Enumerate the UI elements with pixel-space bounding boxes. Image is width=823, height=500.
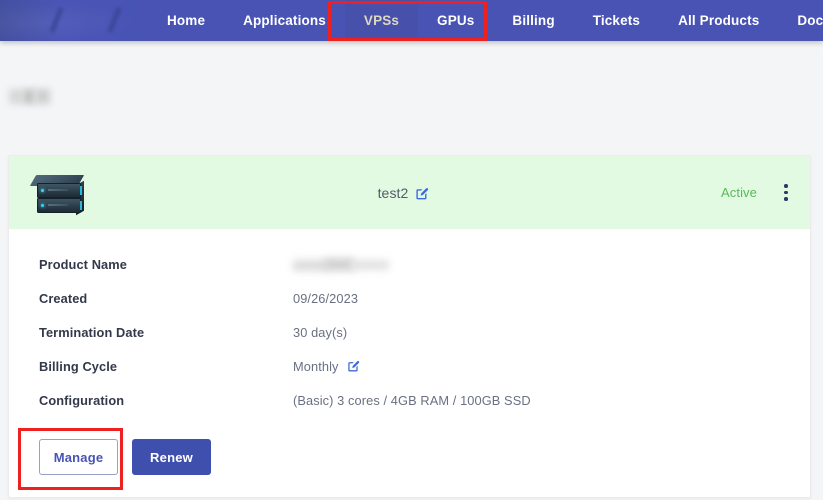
nav-item-vpss-label: VPSs <box>363 13 400 28</box>
detail-value-created: 09/26/2023 <box>293 291 358 306</box>
server-edge-light <box>80 201 82 210</box>
nav-item-vpss[interactable]: VPSs <box>344 0 419 41</box>
detail-label: Created <box>39 290 88 306</box>
top-navigation-bar: Home Applications VPSs GPUs Billing Tick… <box>0 0 823 41</box>
page-title-redacted <box>8 86 52 107</box>
detail-value-configuration: (Basic) 3 cores / 4GB RAM / 100GB SSD <box>293 393 531 408</box>
service-name: test2 <box>377 184 409 201</box>
kebab-dot <box>784 184 788 188</box>
billing-cycle-value: Monthly <box>293 358 339 374</box>
status-badge: Active <box>720 185 757 200</box>
server-led-indicator <box>41 189 44 192</box>
redaction-block <box>35 89 50 104</box>
nav-item-documentation-label: Docume <box>797 13 823 28</box>
redaction-block <box>351 259 389 270</box>
server-vent <box>48 189 68 191</box>
detail-row-billing-cycle: Billing Cycle Monthly <box>9 349 810 383</box>
page-root: Home Applications VPSs GPUs Billing Tick… <box>0 0 823 500</box>
renew-button[interactable]: Renew <box>132 439 211 475</box>
nav-item-all-products-label: All Products <box>678 13 760 28</box>
redaction-block <box>23 89 35 104</box>
nav-items: Home Applications VPSs GPUs Billing Tick… <box>148 0 823 41</box>
nav-item-applications-label: Applications <box>243 13 326 28</box>
brand-glow <box>0 0 148 41</box>
redaction-block <box>293 259 327 271</box>
service-status-group: Active <box>721 156 794 229</box>
detail-label: Configuration <box>39 392 125 408</box>
detail-value-termination-date: 30 day(s) <box>293 325 347 340</box>
detail-value-billing-cycle: Monthly <box>293 359 361 374</box>
nav-item-gpus-label: GPUs <box>437 13 475 28</box>
nav-item-all-products[interactable]: All Products <box>659 0 778 41</box>
service-card: test2 Active Product Name Created 09/26/… <box>8 155 811 498</box>
manage-button[interactable]: Manage <box>39 439 118 475</box>
nav-item-applications[interactable]: Applications <box>224 0 345 41</box>
detail-label: Billing Cycle <box>39 358 118 374</box>
server-stack-icon <box>29 170 87 216</box>
nav-item-tickets[interactable]: Tickets <box>574 0 659 41</box>
nav-item-billing[interactable]: Billing <box>493 0 573 41</box>
nav-item-tickets-label: Tickets <box>592 13 641 28</box>
brand-logo-redacted[interactable] <box>0 0 148 41</box>
detail-label: Product Name <box>39 256 127 272</box>
service-title-wrap: test2 <box>9 156 810 229</box>
termination-date-value: 30 day(s) <box>293 324 348 340</box>
server-vent <box>48 204 68 206</box>
nav-item-home[interactable]: Home <box>148 0 224 41</box>
nav-item-documentation[interactable]: Docume <box>778 0 823 41</box>
pencil-square-icon-billing-cycle[interactable] <box>347 360 361 374</box>
detail-row-termination-date: Termination Date 30 day(s) <box>9 315 810 349</box>
kebab-dot <box>784 197 788 201</box>
created-date-value: 09/26/2023 <box>293 290 359 306</box>
nav-item-gpus[interactable]: GPUs <box>418 0 493 41</box>
service-detail-list: Product Name Created 09/26/2023 Terminat… <box>9 229 810 417</box>
detail-row-product-name: Product Name <box>9 247 810 281</box>
detail-value-product-name <box>293 256 389 273</box>
detail-label: Termination Date <box>39 324 145 340</box>
kebab-menu-icon[interactable] <box>778 183 794 203</box>
server-led-indicator <box>41 204 44 207</box>
detail-row-configuration: Configuration (Basic) 3 cores / 4GB RAM … <box>9 383 810 417</box>
service-card-actions: Manage Renew <box>9 417 810 475</box>
kebab-dot <box>784 190 788 195</box>
service-card-header: test2 Active <box>9 156 810 229</box>
server-edge-light <box>80 186 82 195</box>
nav-item-home-label: Home <box>167 13 206 28</box>
product-name-redacted <box>293 256 389 273</box>
pencil-square-icon-service-name[interactable] <box>415 187 429 201</box>
redaction-block <box>9 89 23 104</box>
nav-item-billing-label: Billing <box>512 13 555 28</box>
redaction-block <box>324 257 354 271</box>
configuration-value: (Basic) 3 cores / 4GB RAM / 100GB SSD <box>293 392 531 408</box>
detail-row-created: Created 09/26/2023 <box>9 281 810 315</box>
